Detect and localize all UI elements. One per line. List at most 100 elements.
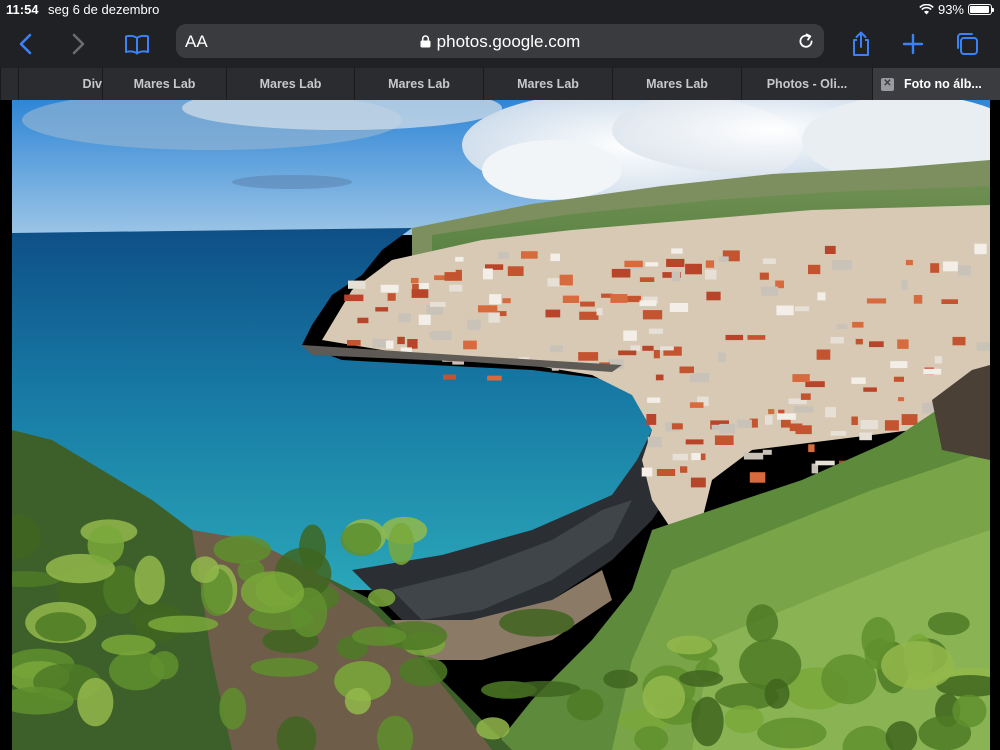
shrub bbox=[666, 635, 713, 655]
roof bbox=[768, 409, 775, 414]
roof bbox=[521, 251, 538, 259]
roof bbox=[498, 252, 509, 259]
roof bbox=[869, 341, 884, 348]
shrub bbox=[499, 608, 575, 637]
roof bbox=[618, 350, 637, 356]
roof bbox=[898, 397, 905, 402]
shrub bbox=[150, 651, 179, 680]
tab[interactable]: Div bbox=[18, 68, 102, 100]
roof bbox=[852, 321, 864, 328]
shrub bbox=[679, 670, 724, 687]
roof bbox=[639, 277, 655, 282]
reload-button[interactable] bbox=[794, 29, 818, 53]
roof bbox=[434, 275, 445, 281]
roof bbox=[689, 372, 709, 383]
shrub bbox=[87, 525, 125, 565]
shrub bbox=[219, 687, 247, 730]
roof bbox=[958, 265, 971, 276]
roof bbox=[817, 292, 826, 301]
address-bar[interactable]: AA photos.google.com bbox=[176, 24, 824, 58]
shrub bbox=[476, 717, 510, 740]
chevron-left-icon bbox=[19, 33, 32, 55]
roof bbox=[455, 269, 462, 280]
chevron-right-icon bbox=[72, 33, 85, 55]
roof bbox=[611, 268, 631, 278]
roof bbox=[559, 274, 573, 286]
tab-label: Mares Lab bbox=[388, 77, 450, 91]
roof bbox=[777, 413, 796, 420]
roof bbox=[890, 361, 908, 369]
roof bbox=[660, 346, 674, 351]
tab[interactable]: Mares Lab bbox=[102, 68, 226, 100]
roof bbox=[863, 387, 877, 392]
roof bbox=[830, 336, 844, 344]
shrub bbox=[764, 678, 790, 709]
roof bbox=[808, 444, 815, 453]
bookmarks-button[interactable] bbox=[121, 28, 153, 60]
tab[interactable]: Mares Lab bbox=[354, 68, 483, 100]
shrub bbox=[881, 641, 955, 690]
roof bbox=[719, 423, 736, 434]
roof bbox=[623, 330, 637, 341]
roof bbox=[851, 416, 858, 425]
roof bbox=[765, 415, 773, 425]
shrub bbox=[691, 696, 724, 747]
roof bbox=[689, 402, 704, 408]
roof bbox=[743, 452, 764, 460]
roof bbox=[624, 260, 643, 268]
tab[interactable]: Mares Lab bbox=[483, 68, 612, 100]
tab[interactable] bbox=[0, 68, 18, 100]
tabs-overview-button[interactable] bbox=[951, 28, 983, 60]
roof bbox=[905, 259, 913, 266]
reload-icon bbox=[799, 33, 813, 48]
roof bbox=[380, 284, 399, 293]
shrub bbox=[746, 604, 779, 643]
photo-viewer bbox=[0, 100, 1000, 750]
browser-toolbar: AA photos.google.com bbox=[0, 20, 1000, 68]
url-field[interactable]: photos.google.com bbox=[176, 32, 824, 52]
roof bbox=[653, 350, 660, 359]
roof bbox=[901, 280, 908, 290]
roof bbox=[923, 368, 942, 375]
share-button[interactable] bbox=[845, 28, 877, 60]
roof bbox=[762, 258, 776, 264]
coastal-town-photo[interactable] bbox=[12, 100, 990, 750]
roof bbox=[430, 302, 446, 307]
shrub bbox=[603, 669, 638, 689]
roof bbox=[417, 283, 429, 289]
book-icon bbox=[125, 34, 149, 55]
back-button[interactable] bbox=[10, 28, 42, 60]
close-icon[interactable]: ✕ bbox=[881, 77, 894, 91]
roof bbox=[411, 289, 429, 298]
roof bbox=[736, 419, 752, 428]
shrub bbox=[340, 522, 382, 556]
new-tab-button[interactable] bbox=[897, 28, 929, 60]
shrub bbox=[213, 535, 272, 564]
roof bbox=[647, 436, 662, 448]
roof bbox=[897, 339, 909, 349]
roof bbox=[488, 312, 500, 323]
roof bbox=[579, 311, 599, 320]
forward-button[interactable] bbox=[62, 28, 94, 60]
shrub bbox=[566, 689, 604, 721]
roof bbox=[666, 258, 685, 267]
roof bbox=[655, 374, 664, 381]
roof bbox=[478, 305, 498, 313]
tab[interactable]: Photos - Oli... bbox=[741, 68, 872, 100]
roof bbox=[762, 449, 772, 455]
roof bbox=[397, 336, 405, 345]
roof bbox=[815, 460, 835, 466]
roof bbox=[866, 298, 887, 304]
roof bbox=[671, 423, 683, 430]
lock-icon bbox=[420, 35, 431, 48]
roof bbox=[407, 339, 418, 349]
tab[interactable]: Mares Lab bbox=[612, 68, 741, 100]
wifi-icon bbox=[919, 4, 934, 15]
roof bbox=[792, 374, 810, 382]
roof bbox=[398, 313, 411, 322]
roof bbox=[718, 256, 729, 262]
shrub bbox=[101, 634, 156, 656]
tab-active[interactable]: ✕ Foto no álb... bbox=[872, 68, 1000, 100]
tab[interactable]: Mares Lab bbox=[226, 68, 354, 100]
roof bbox=[580, 301, 595, 307]
